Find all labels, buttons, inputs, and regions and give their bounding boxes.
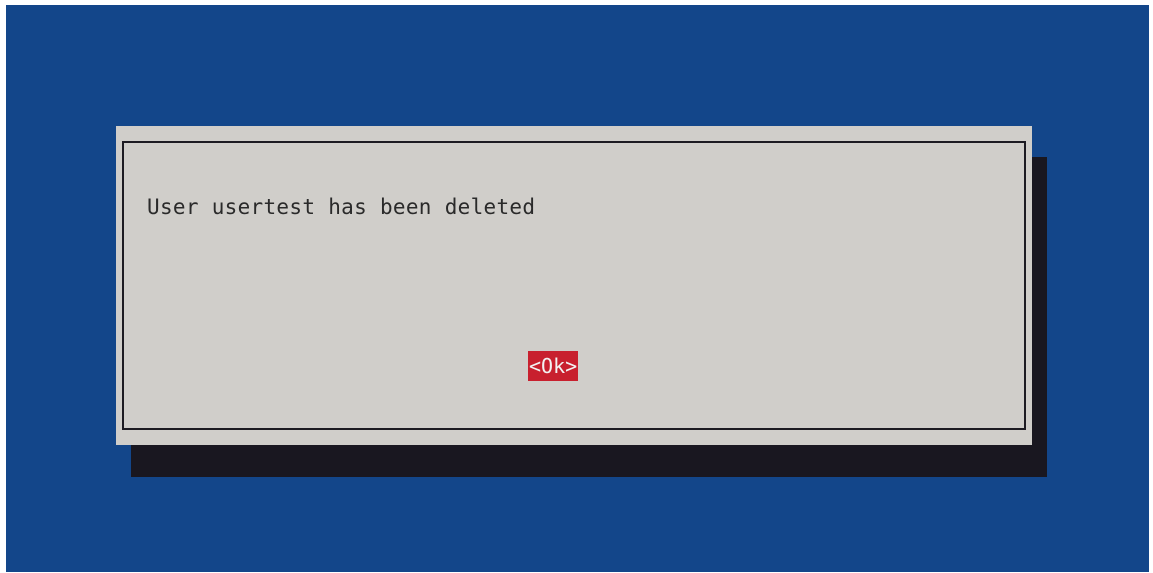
dialog-message: User usertest has been deleted xyxy=(147,195,536,219)
ok-button[interactable]: <Ok> xyxy=(528,351,579,381)
dialog-border xyxy=(122,141,1026,430)
